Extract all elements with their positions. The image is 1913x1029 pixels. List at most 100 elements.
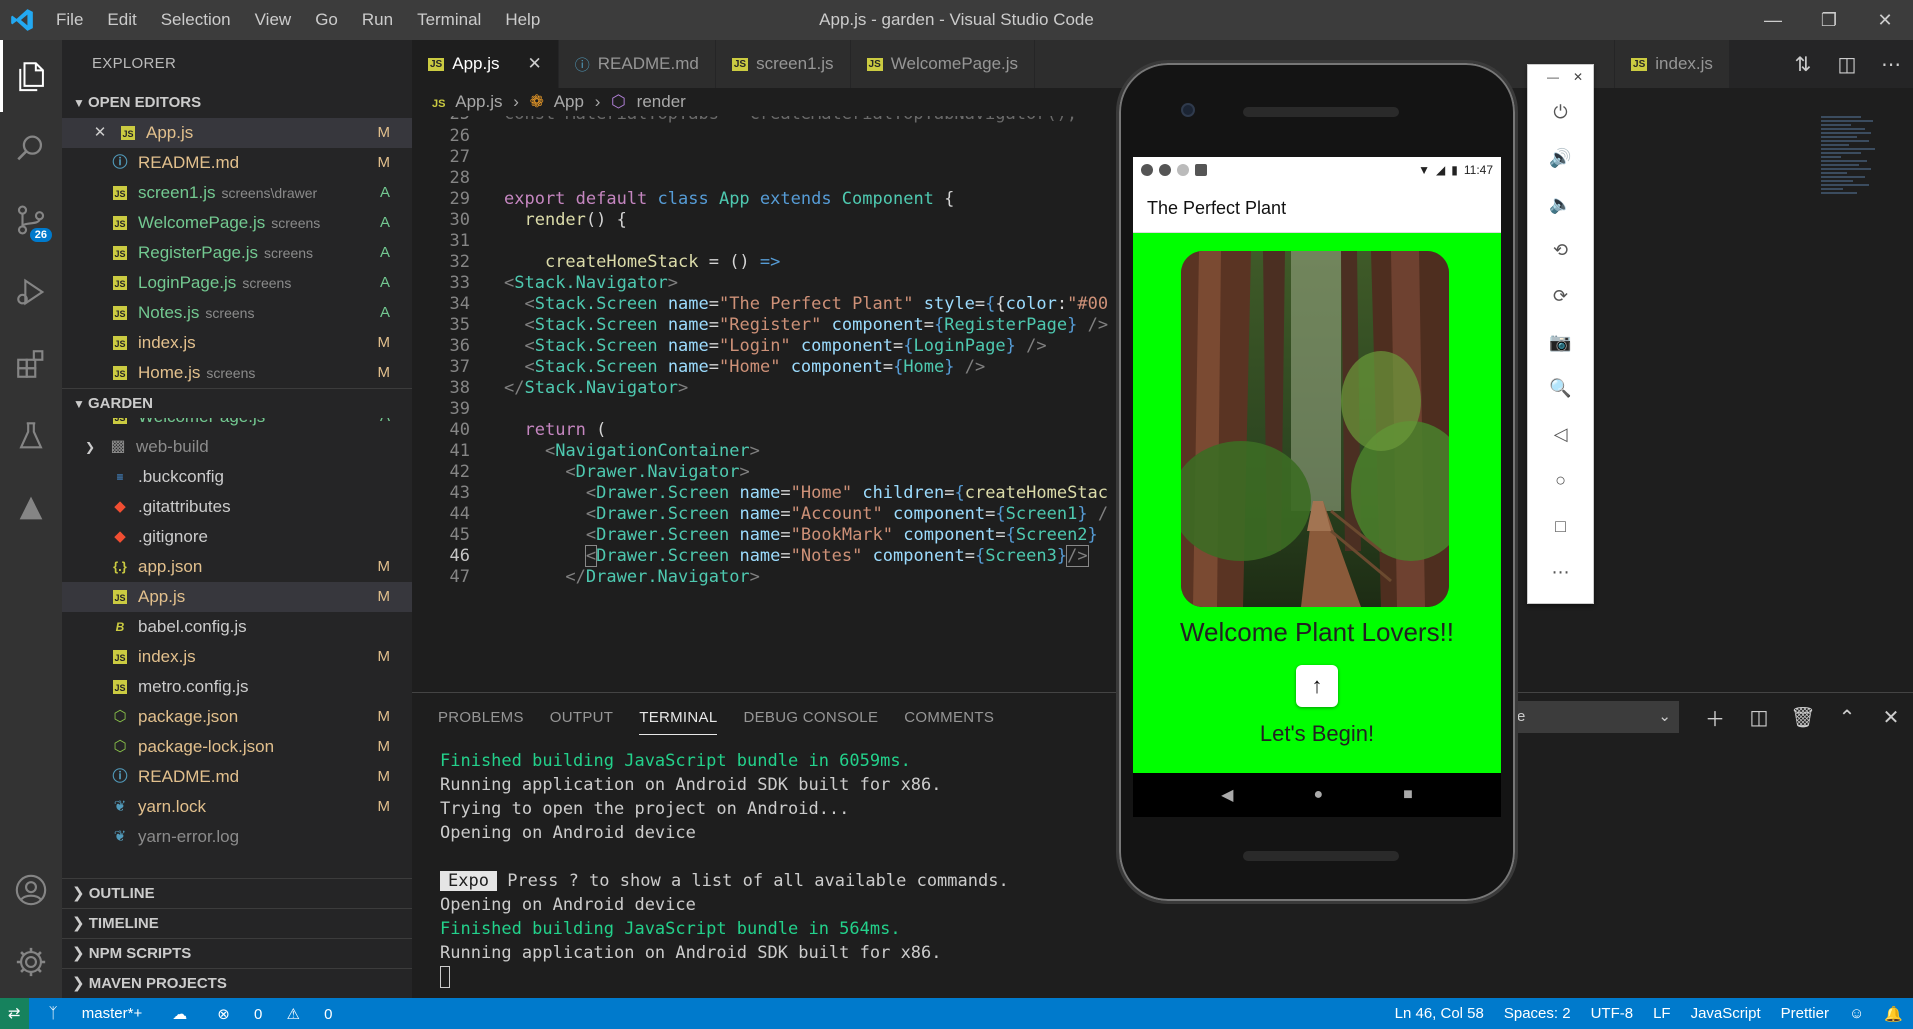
rotate-left-icon[interactable]: ⟲ <box>1528 227 1593 273</box>
close-icon[interactable]: ✕ <box>527 54 541 74</box>
notifications-bell-icon[interactable]: 🔔 <box>1874 1005 1913 1023</box>
breadcrumb-class[interactable]: App <box>554 92 584 111</box>
settings-gear-icon[interactable] <box>0 926 62 998</box>
open-editor-item[interactable]: JS screen1.js screens\drawer A <box>62 178 412 208</box>
menu-file[interactable]: File <box>44 0 95 40</box>
close-icon[interactable]: ✕ <box>1573 65 1583 89</box>
branch-indicator[interactable]: ᛉ master*+ <box>29 1005 163 1022</box>
home-icon[interactable]: ● <box>1313 786 1323 804</box>
folder-item[interactable]: ❯ ▩ web-build <box>62 432 412 462</box>
tab-problems[interactable]: PROBLEMS <box>438 693 524 743</box>
compare-changes-icon[interactable]: ⇅ <box>1781 52 1825 77</box>
feedback-icon[interactable]: ☺ <box>1839 1005 1874 1022</box>
tab-readme[interactable]: ⓘ README.md <box>558 40 716 88</box>
file-item[interactable]: {.} app.json M <box>62 552 412 582</box>
file-item[interactable]: JS index.js M <box>62 642 412 672</box>
file-item[interactable]: ≡ .buckconfig <box>62 462 412 492</box>
split-editor-icon[interactable]: ◫ <box>1825 52 1869 77</box>
file-item[interactable]: ⬡ package.json M <box>62 702 412 732</box>
camera-screenshot-icon[interactable]: 📷 <box>1528 319 1593 365</box>
cursor-position[interactable]: Ln 46, Col 58 <box>1385 1005 1494 1022</box>
timeline-section[interactable]: ❯ TIMELINE <box>62 908 412 938</box>
tab-welcomepage[interactable]: JS WelcomePage.js <box>850 40 1036 88</box>
extensions-icon[interactable] <box>0 328 62 400</box>
account-icon[interactable] <box>0 854 62 926</box>
minimize-icon[interactable]: — <box>1547 65 1559 89</box>
power-icon[interactable]: ⏻ <box>1528 89 1593 135</box>
menu-run[interactable]: Run <box>350 0 405 40</box>
maven-projects-section[interactable]: ❯ MAVEN PROJECTS <box>62 968 412 998</box>
trash-icon[interactable]: 🗑 <box>1781 705 1825 730</box>
open-editor-item[interactable]: JS RegisterPage.js screens A <box>62 238 412 268</box>
tab-index-js[interactable]: JS index.js <box>1615 40 1730 88</box>
minimap[interactable] <box>1821 116 1881 256</box>
menu-selection[interactable]: Selection <box>149 0 243 40</box>
recents-icon[interactable]: ■ <box>1403 786 1413 804</box>
menu-edit[interactable]: Edit <box>95 0 148 40</box>
home-icon[interactable]: ○ <box>1528 457 1593 503</box>
file-item[interactable]: JS App.js M <box>62 582 412 612</box>
tab-output[interactable]: OUTPUT <box>550 693 613 743</box>
breadcrumb-file[interactable]: App.js <box>455 92 502 111</box>
volume-down-icon[interactable]: 🔈 <box>1528 181 1593 227</box>
maximize-panel-icon[interactable]: ⌃ <box>1825 705 1869 730</box>
restore-icon[interactable]: ❐ <box>1801 0 1857 40</box>
menu-view[interactable]: View <box>243 0 304 40</box>
tab-terminal[interactable]: TERMINAL <box>639 701 718 735</box>
close-icon[interactable]: ✕ <box>1857 0 1913 40</box>
garden-folder-section[interactable]: ▼ GARDEN <box>62 388 412 418</box>
close-icon[interactable]: ✕ <box>90 118 110 148</box>
open-editors-section[interactable]: ▼ OPEN EDITORS <box>62 88 412 118</box>
arrow-up-button[interactable]: ↑ <box>1296 665 1338 707</box>
breadcrumb-method[interactable]: render <box>637 92 686 111</box>
language-mode[interactable]: JavaScript <box>1681 1005 1771 1022</box>
indentation[interactable]: Spaces: 2 <box>1494 1005 1581 1022</box>
file-item[interactable]: JS metro.config.js <box>62 672 412 702</box>
file-item[interactable]: ❦ yarn.lock M <box>62 792 412 822</box>
open-editor-item[interactable]: JS WelcomePage.js screens A <box>62 208 412 238</box>
file-item[interactable]: ◆ .gitignore <box>62 522 412 552</box>
encoding[interactable]: UTF-8 <box>1581 1005 1644 1022</box>
close-panel-icon[interactable]: ✕ <box>1869 705 1913 730</box>
tab-screen1[interactable]: JS screen1.js <box>715 40 851 88</box>
file-item[interactable]: B babel.config.js <box>62 612 412 642</box>
phone-screen[interactable]: ▼ ◢ ▮ 11:47 The Perfect Plant Welcome Pl… <box>1133 157 1501 817</box>
problems-indicator[interactable]: ⊗ 0 ⚠ 0 <box>197 1005 352 1023</box>
sync-icon[interactable]: ☁ <box>162 1005 197 1023</box>
file-item[interactable]: ⬡ package-lock.json M <box>62 732 412 762</box>
back-icon[interactable]: ◁ <box>1528 411 1593 457</box>
volume-up-icon[interactable]: 🔊 <box>1528 135 1593 181</box>
npm-scripts-section[interactable]: ❯ NPM SCRIPTS <box>62 938 412 968</box>
open-editor-item[interactable]: ✕ JS App.js M <box>62 118 412 148</box>
testing-flask-icon[interactable] <box>0 400 62 472</box>
new-terminal-plus-icon[interactable]: ＋ <box>1693 703 1737 732</box>
file-item[interactable]: ❦ yarn-error.log <box>62 822 412 852</box>
open-editor-item[interactable]: ⓘ README.md M <box>62 148 412 178</box>
tab-comments[interactable]: COMMENTS <box>904 693 994 743</box>
formatter[interactable]: Prettier <box>1771 1005 1839 1022</box>
menu-go[interactable]: Go <box>303 0 350 40</box>
source-control-icon[interactable]: 26 <box>0 184 62 256</box>
open-editor-item[interactable]: JS index.js M <box>62 328 412 358</box>
outline-section[interactable]: ❯ OUTLINE <box>62 878 412 908</box>
line-ending[interactable]: LF <box>1643 1005 1681 1022</box>
rotate-right-icon[interactable]: ⟳ <box>1528 273 1593 319</box>
explorer-icon[interactable] <box>0 40 62 112</box>
menu-terminal[interactable]: Terminal <box>405 0 493 40</box>
menu-help[interactable]: Help <box>493 0 552 40</box>
more-actions-icon[interactable]: ⋯ <box>1869 52 1913 77</box>
file-item[interactable]: ◆ .gitattributes <box>62 492 412 522</box>
zoom-icon[interactable]: 🔍 <box>1528 365 1593 411</box>
file-item[interactable]: JS WelcomePage.js A <box>62 418 412 432</box>
tab-app-js[interactable]: JS App.js ✕ <box>412 40 559 88</box>
azure-icon[interactable] <box>0 472 62 544</box>
open-editor-item[interactable]: JS Home.js screens M <box>62 358 412 388</box>
file-item[interactable]: ⓘ README.md M <box>62 762 412 792</box>
terminal-select[interactable]: e ⌄ <box>1509 701 1679 733</box>
overview-icon[interactable]: □ <box>1528 503 1593 549</box>
split-terminal-icon[interactable]: ◫ <box>1737 705 1781 730</box>
open-editor-item[interactable]: JS Notes.js screens A <box>62 298 412 328</box>
tab-debug-console[interactable]: DEBUG CONSOLE <box>743 693 878 743</box>
search-icon[interactable] <box>0 112 62 184</box>
remote-icon[interactable]: ⇄ <box>0 998 29 1029</box>
